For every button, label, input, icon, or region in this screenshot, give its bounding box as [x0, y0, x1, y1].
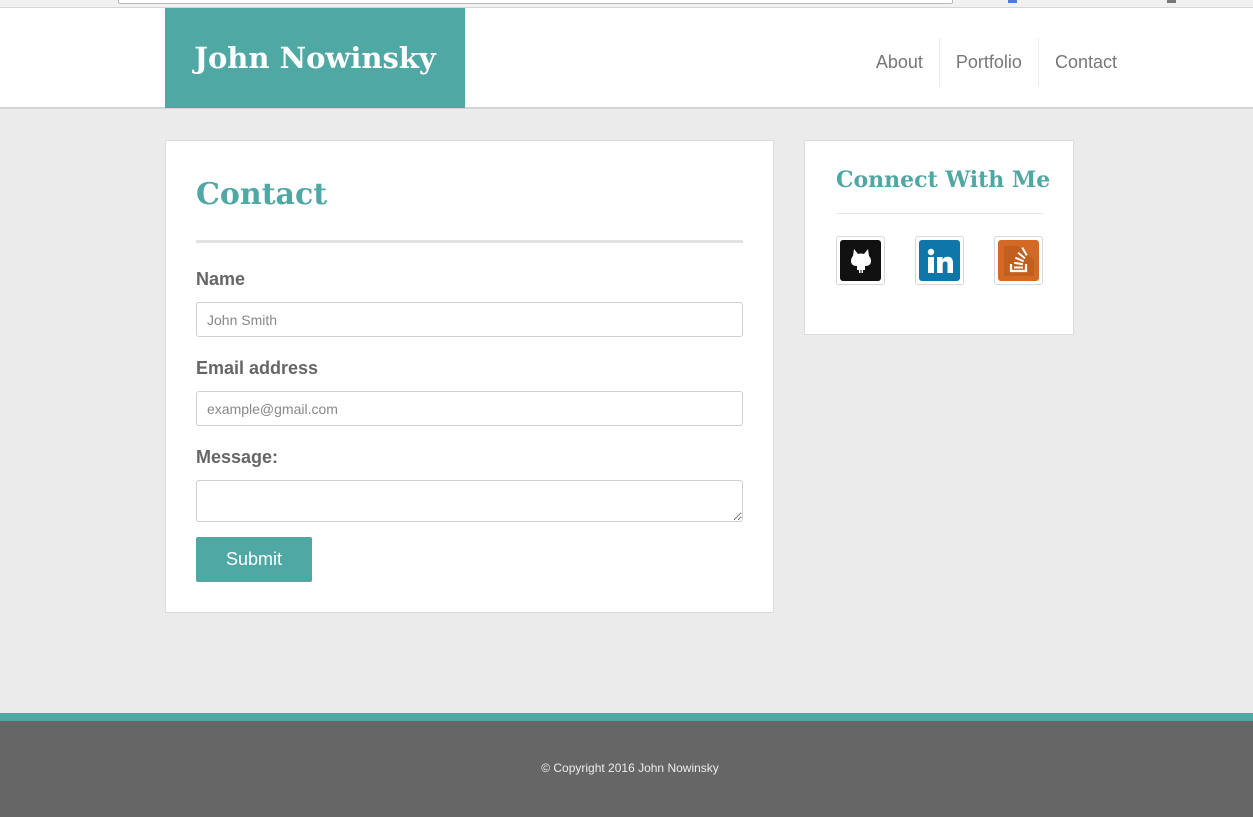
- email-label: Email address: [196, 358, 319, 378]
- copyright-text: © Copyright 2016 John Nowinsky: [541, 761, 719, 775]
- site-footer: © Copyright 2016 John Nowinsky: [0, 721, 1253, 817]
- name-label: Name: [196, 269, 246, 289]
- contact-card: Contact Name Email address Message: Subm…: [165, 140, 774, 613]
- stackoverflow-icon: [998, 240, 1039, 281]
- nav-portfolio[interactable]: Portfolio: [938, 38, 1038, 86]
- title-divider: [196, 240, 743, 243]
- site-header: John Nowinsky About Portfolio Contact: [0, 8, 1253, 109]
- nav-about[interactable]: About: [876, 38, 939, 86]
- connect-divider: [836, 213, 1043, 214]
- contact-title: Contact: [196, 177, 328, 212]
- message-input[interactable]: [196, 480, 743, 522]
- nav-contact[interactable]: Contact: [1037, 38, 1117, 86]
- submit-button[interactable]: Submit: [196, 537, 312, 582]
- connect-card: Connect With Me: [804, 140, 1074, 335]
- menu-icon[interactable]: [1167, 0, 1176, 3]
- name-input[interactable]: [196, 302, 743, 337]
- linkedin-link[interactable]: [915, 236, 964, 285]
- address-bar[interactable]: [118, 0, 953, 4]
- linkedin-icon: [919, 240, 960, 281]
- stackoverflow-link[interactable]: [994, 236, 1043, 285]
- footer-accent-bar: [0, 713, 1253, 721]
- site-brand[interactable]: John Nowinsky: [165, 8, 465, 108]
- extension-icon[interactable]: [1008, 0, 1017, 3]
- email-input[interactable]: [196, 391, 743, 426]
- github-link[interactable]: [836, 236, 885, 285]
- message-label: Message:: [196, 447, 279, 467]
- connect-title: Connect With Me: [836, 167, 1051, 193]
- browser-chrome: [0, 0, 1253, 8]
- github-icon: [840, 240, 881, 281]
- main-nav: About Portfolio Contact: [876, 38, 1117, 86]
